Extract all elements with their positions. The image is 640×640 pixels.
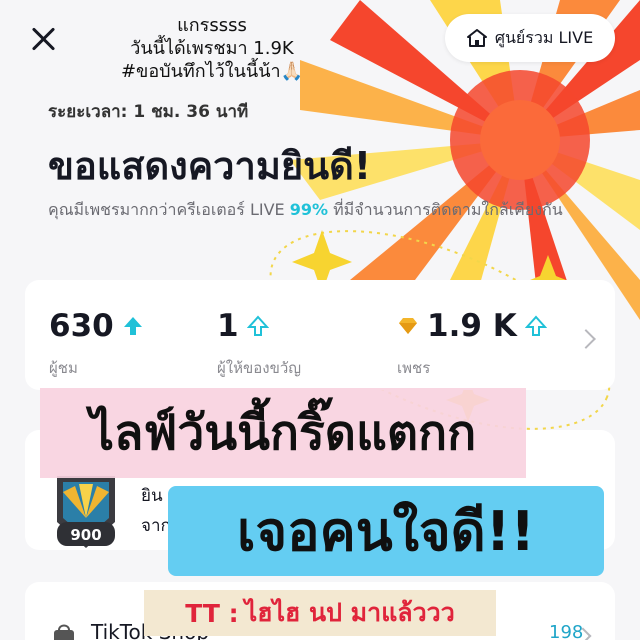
overlay-text-blue: เจอคนใจดี!! bbox=[168, 486, 604, 576]
stat-value: 630 bbox=[49, 308, 114, 344]
overlay-tt-label: TT : bbox=[185, 598, 239, 628]
rank-badge-icon: 900 bbox=[57, 476, 115, 548]
caption-line: วันนี้ได้เพรชมา 1.9K bbox=[130, 38, 294, 59]
stats-card[interactable]: 630 ผู้ชม 1 ผู้ให้ของขวัญ 1.9 K เพชร bbox=[25, 280, 615, 390]
up-arrow-icon bbox=[524, 315, 547, 336]
stat-value: 1.9 K bbox=[427, 308, 517, 344]
live-center-label: ศูนย์รวม LIVE bbox=[494, 27, 594, 47]
comparison-text-after: ที่มีจำนวนการติดตามใกล้เคียงกัน bbox=[328, 200, 563, 219]
caption-line: #ขอบันทึกไว้ในนี้น้า🙏🏻 bbox=[120, 61, 304, 82]
stat-diamonds: 1.9 K เพชร bbox=[397, 308, 547, 380]
stat-label: ผู้ชม bbox=[49, 359, 78, 377]
caption-line: แกรssss bbox=[177, 15, 247, 36]
live-center-button[interactable]: ศูนย์รวม LIVE bbox=[445, 14, 615, 62]
comparison-text: คุณมีเพชรมากกว่าครีเอเตอร์ LIVE 99% ที่ม… bbox=[48, 198, 628, 222]
comparison-text-before: คุณมีเพชรมากกว่าครีเอเตอร์ LIVE bbox=[48, 200, 290, 219]
rank-subtext: จาก bbox=[141, 516, 171, 536]
chevron-right-icon bbox=[576, 329, 596, 349]
comparison-percent: 99% bbox=[289, 200, 329, 219]
rank-text: ยิน bbox=[141, 486, 163, 506]
badge-number: 900 bbox=[70, 526, 101, 544]
stat-label: เพชร bbox=[397, 359, 431, 377]
overlay-beige-text: ไฮไฮ นป มาแล้ววว bbox=[244, 598, 455, 627]
stat-value: 1 bbox=[217, 308, 239, 344]
shopping-bag-icon bbox=[54, 624, 74, 640]
up-arrow-icon bbox=[246, 315, 269, 336]
stat-viewers: 630 ผู้ชม bbox=[49, 308, 144, 380]
overlay-caption: แกรssss วันนี้ได้เพรชมา 1.9K #ขอบันทึกไว… bbox=[82, 14, 342, 83]
stat-label: ผู้ให้ของขวัญ bbox=[217, 359, 302, 377]
live-duration: ระยะเวลา: 1 ชม. 36 นาที bbox=[48, 102, 249, 122]
home-icon bbox=[466, 29, 487, 47]
up-arrow-icon bbox=[123, 317, 142, 335]
diamond-icon bbox=[399, 318, 417, 334]
overlay-text-pink: ไลฟ์วันนี้กริ๊ดแตกก bbox=[40, 388, 526, 478]
close-button[interactable] bbox=[26, 22, 60, 56]
overlay-text-beige: TT : ไฮไฮ นป มาแล้ววว bbox=[144, 590, 496, 636]
stat-gifters: 1 ผู้ให้ของขวัญ bbox=[217, 308, 301, 380]
page-title: ขอแสดงความยินดี! bbox=[48, 144, 372, 188]
